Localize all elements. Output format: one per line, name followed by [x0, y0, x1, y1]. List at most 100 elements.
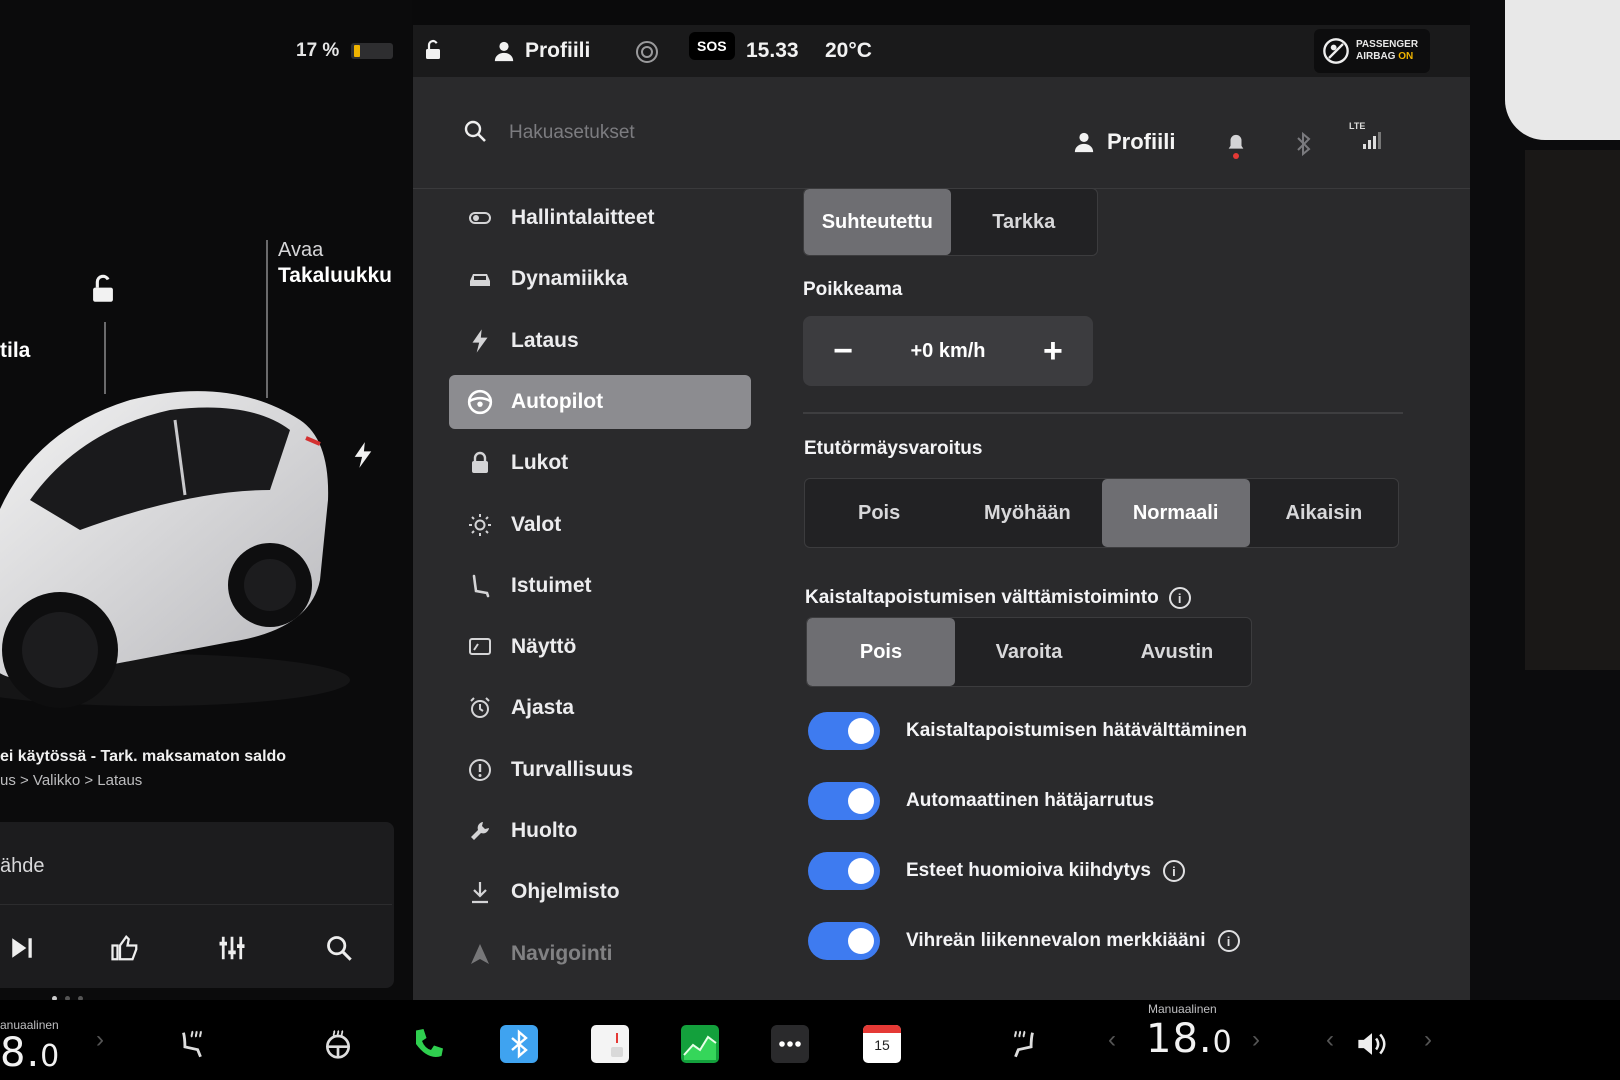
download-icon	[467, 879, 493, 905]
sidebar-item-label: Dynamiikka	[511, 267, 628, 291]
sidebar-item-ajasta[interactable]: Ajasta	[449, 681, 751, 735]
lane-departure-option[interactable]: Pois	[807, 618, 955, 686]
sidebar-item-ohjelmisto[interactable]: Ohjelmisto	[449, 865, 751, 919]
navigation-icon	[467, 941, 493, 967]
unlock-icon[interactable]	[86, 272, 120, 311]
sidebar-item-istuimet[interactable]: Istuimet	[449, 559, 751, 613]
volume-up-chevron-icon[interactable]: ›	[1424, 1026, 1432, 1054]
phone-icon[interactable]	[408, 1024, 448, 1064]
sidebar-item-lukot[interactable]: Lukot	[449, 436, 751, 490]
sidebar-item-turvallisuus[interactable]: Turvallisuus	[449, 743, 751, 797]
energy-app-icon[interactable]	[680, 1024, 720, 1064]
callout-line	[266, 240, 268, 398]
sidebar-item-label: Ohjelmisto	[511, 880, 620, 904]
sidebar-item-hallintalaitteet[interactable]: Hallintalaitteet	[449, 191, 751, 245]
offset-decrease-button[interactable]: −	[825, 332, 861, 370]
passenger-airbag-indicator: PASSENGER AIRBAG ON	[1314, 29, 1430, 73]
lane-departure-selector: Pois Varoita Avustin	[806, 617, 1252, 687]
toggle-row: Kaistaltapoistumisen hätävälttäminen	[808, 711, 1247, 751]
play-next-icon[interactable]	[4, 930, 40, 966]
sidebar-item-autopilot[interactable]: Autopilot	[449, 374, 751, 429]
calendar-icon[interactable]: 15	[862, 1024, 902, 1064]
sidebar-item-label: Hallintalaitteet	[511, 206, 655, 229]
forward-collision-title: Etutörmäysvaroitus	[804, 438, 983, 459]
more-apps-icon[interactable]	[770, 1024, 810, 1064]
media-source-label[interactable]: ähde	[0, 855, 45, 878]
sidebar-item-näyttö[interactable]: Näyttö	[449, 620, 751, 674]
sidebar-item-label: Turvallisuus	[511, 757, 634, 781]
lock-status-icon[interactable]	[421, 37, 445, 63]
status-profile[interactable]: Profiili	[493, 39, 590, 63]
sentry-mode-icon[interactable]	[635, 40, 659, 64]
car-side-label[interactable]: tila	[0, 338, 30, 364]
toggle-switch[interactable]	[808, 922, 880, 960]
battery-bar	[351, 43, 394, 59]
toggle-switch[interactable]	[808, 852, 880, 890]
toggle-label: Esteet huomioiva kiihdytys i	[906, 860, 1185, 882]
speed-limit-mode-option[interactable]: Tarkka	[951, 189, 1098, 255]
bluetooth-app-icon[interactable]	[499, 1024, 539, 1064]
volume-down-chevron-icon[interactable]: ‹	[1326, 1026, 1334, 1054]
bluetooth-icon[interactable]	[1289, 129, 1319, 159]
passenger-seat-heater-icon[interactable]	[1004, 1024, 1044, 1064]
rear-trunk-label[interactable]: Avaa Takaluukku	[278, 238, 392, 289]
sidebar-item-label: Valot	[511, 512, 562, 536]
person-icon	[494, 41, 514, 62]
header-profile-label: Profiili	[1107, 129, 1176, 154]
forward-collision-option[interactable]: Aikaisin	[1250, 479, 1398, 547]
sidebar-item-label: Navigointi	[511, 941, 613, 965]
toggle-switch[interactable]	[808, 782, 880, 820]
media-search-icon[interactable]	[321, 930, 357, 966]
lane-departure-option[interactable]: Avustin	[1103, 618, 1251, 686]
alarm-clock-icon	[467, 695, 493, 721]
airbag-icon	[1323, 38, 1349, 64]
speed-limit-mode-option[interactable]: Suhteutettu	[804, 189, 951, 255]
sidebar-item-label: Huolto	[511, 819, 578, 842]
passenger-temp-up-chevron-icon[interactable]: ›	[1252, 1026, 1260, 1054]
bell-icon[interactable]	[1221, 129, 1251, 159]
volume-icon[interactable]	[1352, 1024, 1392, 1064]
offset-value: +0 km/h	[910, 339, 986, 362]
equalizer-icon[interactable]	[214, 930, 250, 966]
search-icon[interactable]	[463, 119, 487, 148]
status-bar: Profiili SOS 15.33 20°C PASSENGER AIRBAG…	[413, 25, 1470, 77]
speed-limit-mode-selector: Suhteutettu Tarkka	[803, 188, 1098, 256]
airbag-state: ON	[1398, 51, 1414, 62]
passenger-temperature[interactable]: 18.0	[1146, 1016, 1233, 1062]
sidebar-item-dynamiikka[interactable]: Dynamiikka	[449, 252, 751, 306]
settings-panel: Profiili SOS 15.33 20°C PASSENGER AIRBAG…	[413, 25, 1470, 1000]
passenger-temp-down-chevron-icon[interactable]: ‹	[1108, 1026, 1116, 1054]
wrench-icon	[467, 818, 493, 844]
sidebar-item-lataus[interactable]: Lataus	[449, 314, 751, 368]
driver-temperature[interactable]: 8.0	[0, 1030, 60, 1076]
manual-app-icon[interactable]	[590, 1024, 630, 1064]
header-profile-button[interactable]: Profiili	[1073, 129, 1175, 155]
sidebar-item-valot[interactable]: Valot	[449, 498, 751, 552]
info-icon[interactable]: i	[1168, 587, 1191, 609]
toggle-row: Esteet huomioiva kiihdytys i	[808, 851, 1185, 891]
sidebar-item-label: Lataus	[511, 328, 579, 352]
info-icon[interactable]: i	[1217, 930, 1240, 952]
seat-heater-icon[interactable]	[172, 1024, 212, 1064]
thumbs-up-icon[interactable]	[107, 930, 143, 966]
sun-icon	[467, 512, 493, 538]
sidebar-item-label: Näyttö	[511, 635, 577, 659]
forward-collision-option[interactable]: Normaali	[1101, 479, 1250, 547]
settings-search-input[interactable]	[509, 117, 929, 149]
steering-wheel-icon	[467, 389, 493, 415]
display-icon	[467, 634, 493, 660]
driver-temp-up-chevron-icon[interactable]: ›	[96, 1026, 104, 1054]
lane-departure-title: Kaistaltapoistumisen välttämistoiminto i	[805, 587, 1191, 609]
sidebar-item-navigointi[interactable]: Navigointi	[449, 927, 751, 981]
sidebar-item-huolto[interactable]: Huolto	[449, 804, 751, 858]
info-icon[interactable]: i	[1162, 860, 1185, 882]
forward-collision-option[interactable]: Pois	[805, 479, 953, 547]
steering-heater-icon[interactable]	[318, 1024, 358, 1064]
offset-stepper[interactable]: − +0 km/h +	[803, 316, 1093, 386]
lane-departure-option[interactable]: Varoita	[955, 618, 1103, 686]
forward-collision-option[interactable]: Myöhään	[953, 479, 1101, 547]
airbag-line1: PASSENGER	[1356, 39, 1419, 50]
sos-button[interactable]: SOS	[689, 32, 735, 60]
toggle-switch[interactable]	[808, 712, 880, 750]
offset-increase-button[interactable]: +	[1035, 332, 1071, 370]
